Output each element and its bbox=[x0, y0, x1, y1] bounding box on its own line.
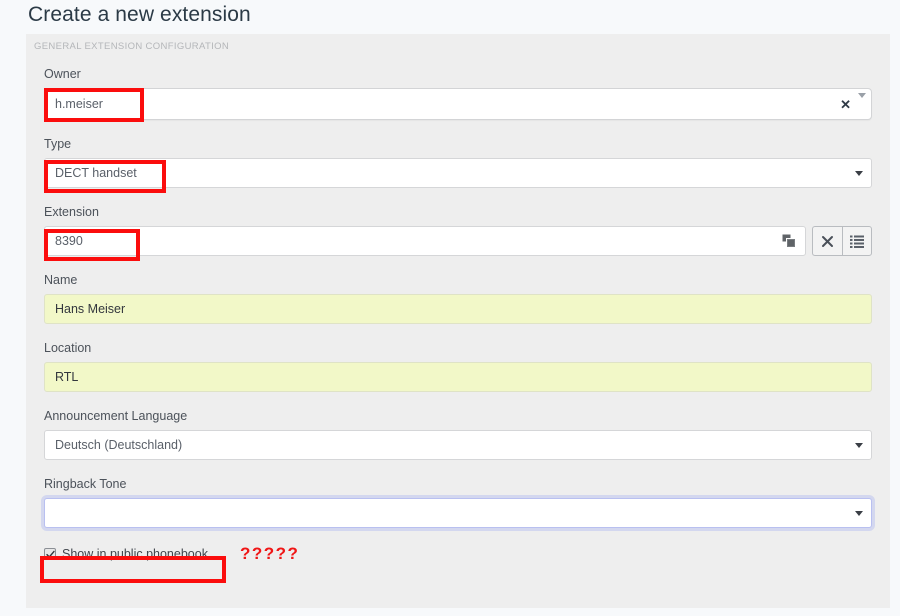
annotation-question-marks: ????? bbox=[239, 544, 300, 563]
ringback-tone-select[interactable] bbox=[44, 498, 872, 528]
location-control-row: RTL bbox=[44, 362, 872, 392]
panel-legend: GENERAL EXTENSION CONFIGURATION bbox=[34, 41, 230, 52]
ringback-tone-label: Ringback Tone bbox=[44, 477, 127, 491]
type-select[interactable]: DECT handset bbox=[44, 158, 872, 188]
chevron-down-icon bbox=[855, 511, 863, 516]
owner-clear-icon[interactable]: ✕ bbox=[840, 98, 851, 111]
general-extension-configuration-panel: GENERAL EXTENSION CONFIGURATION Owner h.… bbox=[26, 34, 890, 608]
announcement-language-label: Announcement Language bbox=[44, 409, 188, 423]
name-control-row: Hans Meiser bbox=[44, 294, 872, 324]
extension-buttons bbox=[812, 226, 872, 256]
field-ringback-tone: Ringback Tone bbox=[44, 476, 872, 528]
type-control-row: DECT handset bbox=[44, 158, 872, 188]
field-type: Type DECT handset bbox=[44, 136, 872, 188]
clear-extension-button[interactable] bbox=[812, 226, 842, 256]
show-in-public-phonebook-label: Show in public phonebook bbox=[62, 547, 208, 561]
type-label: Type bbox=[44, 137, 72, 151]
field-name: Name Hans Meiser bbox=[44, 272, 872, 324]
announcement-language-control-row: Deutsch (Deutschland) bbox=[44, 430, 872, 460]
field-location: Location RTL bbox=[44, 340, 872, 392]
extension-form: Owner h.meiser ✕ Type DECT handset Exten… bbox=[44, 66, 872, 564]
name-label: Name bbox=[44, 273, 78, 287]
owner-value: h.meiser bbox=[55, 97, 103, 111]
extension-label: Extension bbox=[44, 205, 99, 219]
field-owner: Owner h.meiser ✕ bbox=[44, 66, 872, 120]
chevron-down-icon bbox=[855, 443, 863, 448]
name-value: Hans Meiser bbox=[55, 302, 126, 316]
show-in-public-phonebook-checkbox[interactable] bbox=[44, 548, 56, 560]
owner-select[interactable]: h.meiser ✕ bbox=[44, 88, 872, 120]
field-show-in-public-phonebook: Show in public phonebook ????? bbox=[44, 544, 872, 564]
name-input[interactable]: Hans Meiser bbox=[44, 294, 872, 324]
multi-device-icon[interactable] bbox=[782, 234, 796, 248]
extension-input[interactable]: 8390 bbox=[44, 226, 806, 256]
announcement-language-select[interactable]: Deutsch (Deutschland) bbox=[44, 430, 872, 460]
location-label: Location bbox=[44, 341, 92, 355]
page-title: Create a new extension bbox=[28, 3, 251, 26]
extension-value: 8390 bbox=[55, 234, 83, 248]
owner-control-row: h.meiser ✕ bbox=[44, 88, 872, 120]
location-value: RTL bbox=[55, 370, 79, 384]
chevron-down-icon bbox=[858, 93, 866, 98]
type-value: DECT handset bbox=[55, 166, 137, 180]
page-root: Create a new extension GENERAL EXTENSION… bbox=[0, 0, 900, 616]
ringback-tone-control-row bbox=[44, 498, 872, 528]
extension-control-row: 8390 bbox=[44, 226, 872, 256]
field-extension: Extension 8390 bbox=[44, 204, 872, 256]
announcement-language-value: Deutsch (Deutschland) bbox=[55, 438, 183, 452]
field-announcement-language: Announcement Language Deutsch (Deutschla… bbox=[44, 408, 872, 460]
owner-label: Owner bbox=[44, 67, 81, 81]
chevron-down-icon bbox=[855, 171, 863, 176]
location-input[interactable]: RTL bbox=[44, 362, 872, 392]
extension-list-button[interactable] bbox=[842, 226, 872, 256]
